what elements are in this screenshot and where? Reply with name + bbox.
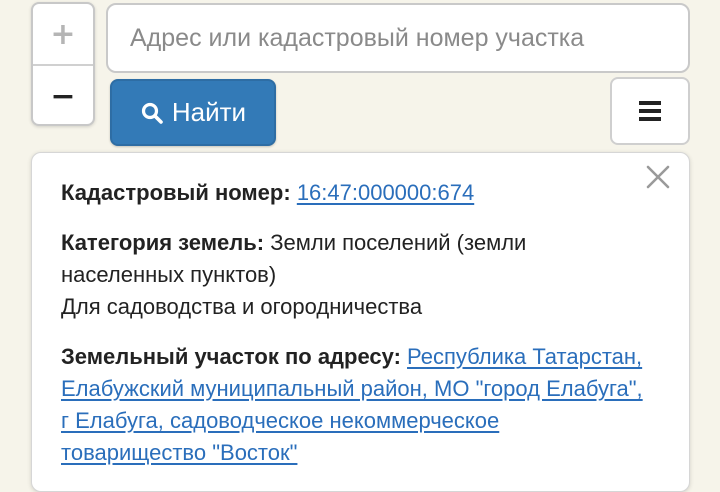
cadastral-number-row: Кадастровый номер: 16:47:000000:674 [61, 177, 649, 209]
hamburger-menu-icon [638, 100, 662, 122]
parcel-info-popup: Кадастровый номер: 16:47:000000:674 Кате… [31, 152, 690, 492]
permitted-use: Для садоводства и огородничества [61, 294, 423, 319]
cadastral-number-link[interactable]: 16:47:000000:674 [297, 180, 474, 205]
zoom-in-button[interactable]: + [33, 4, 93, 66]
close-popup-button[interactable] [643, 165, 673, 198]
land-category-label: Категория земель: [61, 230, 265, 255]
land-category-row: Категория земель: Земли поселений (земли… [61, 227, 649, 291]
close-icon [646, 165, 670, 198]
find-button[interactable]: Найти [110, 79, 276, 146]
address-label: Земельный участок по адресу: [61, 344, 401, 369]
search-icon [140, 101, 164, 125]
cadastral-number-label: Кадастровый номер: [61, 180, 291, 205]
address-row: Земельный участок по адресу: Республика … [61, 341, 649, 469]
zoom-out-button[interactable]: − [33, 66, 93, 124]
zoom-control: + − [31, 2, 95, 126]
menu-button[interactable] [610, 77, 690, 145]
find-button-label: Найти [171, 97, 247, 127]
search-input[interactable] [106, 3, 690, 73]
